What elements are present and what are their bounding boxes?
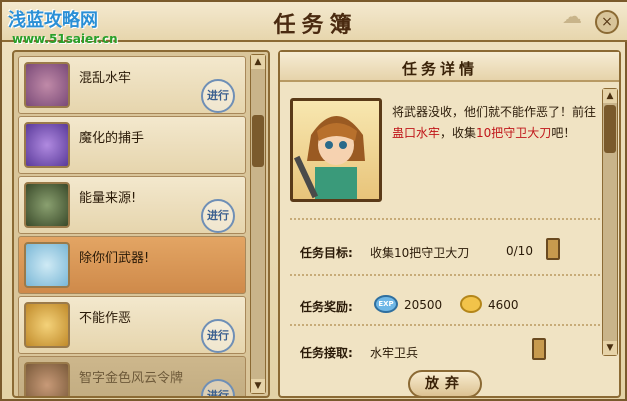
task-item-4[interactable]: 除你们武器! (18, 236, 246, 294)
scroll-thumb[interactable] (604, 105, 616, 153)
in-progress-badge: 进行 (201, 319, 235, 353)
scroll-down-arrow-icon[interactable]: ▼ (603, 341, 617, 355)
quest-book-window: ☁ 任务簿 × 浅蓝攻略网 www.51saier.cn 混乱水牢 进行 魔化的… (0, 0, 627, 401)
divider (290, 274, 600, 280)
site-watermark-url: www.51saier.cn (12, 32, 118, 46)
door-icon[interactable] (532, 338, 546, 360)
goal-value: 收集10把守卫大刀 (370, 246, 470, 260)
task-item-5[interactable]: 不能作恶 进行 (18, 296, 246, 354)
task-list-scrollbar[interactable]: ▲ ▼ (250, 54, 266, 394)
monster-icon (24, 62, 70, 108)
reward-gold-value: 4600 (488, 298, 519, 312)
giver-label: 任务接取: (300, 346, 353, 360)
description-text: 吧！ (551, 126, 576, 140)
task-name: 不能作恶 (79, 311, 132, 326)
reward-label: 任务奖励: (300, 300, 353, 314)
window-header: ☁ 任务簿 × 浅蓝攻略网 www.51saier.cn (2, 2, 627, 46)
divider (290, 218, 600, 224)
task-name: 智字金色风云令牌 (79, 371, 184, 386)
detail-scrollbar[interactable]: ▲ ▼ (602, 88, 618, 356)
scroll-up-arrow-icon[interactable]: ▲ (251, 55, 265, 69)
task-name: 除你们武器! (79, 251, 150, 266)
task-name: 能量来源! (79, 191, 137, 206)
sword-icon (24, 242, 70, 288)
exp-icon: EXP (374, 295, 398, 313)
close-button[interactable]: × (595, 10, 619, 34)
task-item-2[interactable]: 魔化的捕手 (18, 116, 246, 174)
item-highlight: 10把守卫大刀 (476, 126, 552, 140)
divider (290, 324, 600, 330)
task-name: 魔化的捕手 (79, 131, 145, 146)
task-description: 将武器没收，他们就不能作恶了！前往蛊口水牢，收集10把守卫大刀吧！ (392, 102, 602, 144)
in-progress-badge: 进行 (201, 79, 235, 113)
abandon-button[interactable]: 放弃 (408, 370, 482, 398)
npc-portrait (290, 98, 382, 202)
detail-title-bar: 任务详情 (280, 52, 619, 82)
site-watermark-logo: 浅蓝攻略网 (8, 10, 98, 31)
door-icon[interactable] (546, 238, 560, 260)
task-item-3[interactable]: 能量来源! 进行 (18, 176, 246, 234)
task-detail-panel: 任务详情 将武器没收，他们就不能作恶了！前往蛊口水牢，收集10把守卫大刀吧！ 任… (278, 50, 621, 398)
scroll-down-arrow-icon[interactable]: ▼ (251, 379, 265, 393)
description-text: 将武器没收，他们就不能作恶了！前往 (392, 105, 597, 119)
task-list-panel: 混乱水牢 进行 魔化的捕手 能量来源! 进行 除你们武器! 不能作恶 进行 智字… (12, 50, 270, 398)
goal-progress: 0/10 (506, 244, 533, 258)
bell-icon (24, 302, 70, 348)
scroll-up-arrow-icon[interactable]: ▲ (603, 89, 617, 103)
giver-value: 水牢卫兵 (370, 346, 419, 360)
monster-icon (24, 122, 70, 168)
task-name: 混乱水牢 (79, 71, 132, 86)
npc-character-icon (293, 116, 365, 199)
reward-exp-value: 20500 (404, 298, 443, 312)
task-item-1[interactable]: 混乱水牢 进行 (18, 56, 246, 114)
gold-coin-icon (460, 295, 482, 313)
cauldron-icon (24, 182, 70, 228)
task-item-6[interactable]: 智字金色风云令牌 进行 (18, 356, 246, 396)
description-text: ，收集 (440, 126, 477, 140)
scroll-thumb[interactable] (252, 115, 264, 167)
detail-title: 任务详情 (401, 60, 478, 78)
location-highlight: 蛊口水牢 (392, 126, 441, 140)
key-icon (24, 362, 70, 396)
goal-label: 任务目标: (300, 246, 353, 260)
in-progress-badge: 进行 (201, 199, 235, 233)
in-progress-badge: 进行 (201, 379, 235, 396)
